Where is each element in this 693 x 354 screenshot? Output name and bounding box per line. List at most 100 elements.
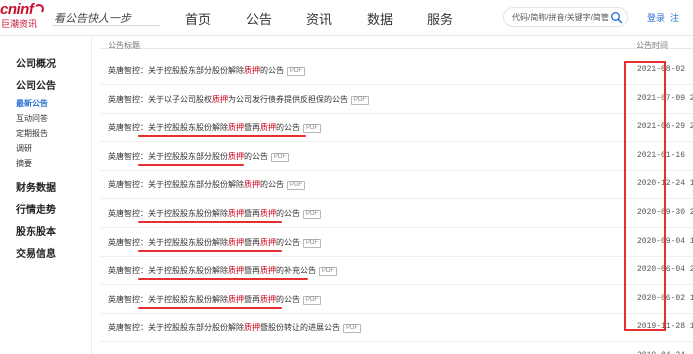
keyword-highlight: 质押 [244, 180, 260, 190]
keyword-highlight: 质押 [260, 237, 276, 247]
title-text: 英唐智控：关于控股股东部分股份解除 [108, 180, 244, 190]
announcement-table: 公告标题 公告时间 英唐智控：关于控股股东部分股份解除质押的公告 PDF 2021-… [100, 37, 693, 354]
keyword-highlight: 质押 [260, 294, 276, 304]
table-row: 英唐智控：关于控股股东股份解除质押暨再质押的补充公告 PDF 2020-06-04 … [100, 257, 693, 286]
pdf-badge-icon[interactable]: PDF [287, 67, 305, 76]
sidebar-item-research[interactable]: 调研 [16, 143, 32, 154]
annotation-underline [138, 249, 282, 252]
title-text: 英唐智控：关于控股股东股份解除 [108, 237, 228, 247]
keyword-highlight: 质押 [260, 266, 276, 276]
title-text: 英唐智控：关于控股股东股份解除 [108, 266, 228, 276]
pdf-badge-icon[interactable]: PDF [303, 238, 321, 248]
sidebar-item-company-announcements[interactable]: 公司公告 [16, 77, 56, 92]
pdf-badge-icon[interactable]: PDF [319, 267, 337, 277]
nav-announcements[interactable]: 公告 [246, 9, 272, 28]
pdf-badge-icon[interactable]: PDF [351, 95, 369, 105]
title-text: 暨再 [244, 266, 260, 276]
pdf-badge-icon[interactable]: PDF [287, 181, 305, 191]
title-text: 的公告 [260, 66, 284, 75]
sidebar-item-qa[interactable]: 互动问答 [16, 113, 48, 124]
search-icon[interactable] [610, 11, 623, 24]
title-text: 暨再 [244, 123, 260, 133]
pdf-badge-icon[interactable]: PDF [303, 210, 321, 219]
title-text: 英唐智控：关于控股股东股份解除 [108, 123, 228, 133]
top-header: cninf 巨潮资讯 看公告快人一步 首页 公告 资讯 数据 服务 登录 注 [0, 0, 693, 36]
login-link[interactable]: 登录 [647, 11, 665, 24]
keyword-highlight: 质押 [228, 237, 244, 247]
annotation-underline [138, 221, 282, 223]
pdf-badge-icon[interactable]: PDF [343, 324, 361, 334]
date-column-highlight-box [624, 61, 666, 331]
title-text: 英唐智控：关于控股股东部分股份解除 [108, 323, 244, 333]
column-title-header: 公告标题 [108, 41, 140, 50]
slogan-underline [52, 25, 160, 26]
search-box [503, 7, 628, 27]
table-row: 英唐智控：关于控股股东部分股份解除质押暨股份转让的进展公告 PDF 2019-11-… [100, 314, 693, 343]
title-text: 的公告 [260, 180, 284, 190]
column-time-header: 公告时间 [636, 41, 668, 50]
announcement-title-link[interactable]: 英唐智控：关于控股股东股份解除质押暨再质押的公告 PDF [108, 294, 321, 305]
title-text: 英唐智控：关于控股股东部分股份解除 [108, 66, 244, 75]
table-row: 英唐智控：关于以子公司股权质押为公司发行债券提供反担保的公告 PDF 2021-07… [100, 86, 693, 114]
title-text: 英唐智控：关于控股股东部分股份 [108, 151, 228, 161]
keyword-highlight: 质押 [260, 209, 276, 218]
keyword-highlight: 质押 [228, 294, 244, 304]
sidebar-item-summary[interactable]: 摘要 [16, 158, 32, 169]
nav-home[interactable]: 首页 [185, 9, 211, 28]
search-input[interactable] [512, 11, 612, 24]
sidebar-item-periodic-reports[interactable]: 定期报告 [16, 128, 48, 139]
title-text: 为公司发行债券提供反担保的公告 [228, 94, 348, 104]
sidebar-item-market-trend[interactable]: 行情走势 [16, 201, 56, 216]
announcement-title-link[interactable]: 英唐智控：关于控股股东股份解除质押暨再质押的公告 PDF [108, 122, 321, 134]
keyword-highlight: 质押 [228, 123, 244, 133]
nav-data[interactable]: 数据 [367, 9, 393, 28]
annotation-underline [138, 278, 308, 281]
annotation-underline [138, 163, 244, 166]
sidebar-item-latest-announcements[interactable]: 最新公告 [16, 98, 48, 109]
keyword-highlight: 质押 [260, 123, 276, 133]
pdf-badge-icon[interactable]: PDF [271, 152, 289, 162]
pdf-badge-icon[interactable]: PDF [303, 124, 321, 134]
title-text: 英唐智控：关于控股股东股份解除 [108, 209, 228, 218]
nav-services[interactable]: 服务 [427, 9, 453, 28]
title-text: 的公告 [276, 237, 300, 247]
sidebar: 公司概况 公司公告 最新公告 互动问答 定期报告 调研 摘要 财务数据 行情走势… [0, 37, 92, 354]
announcement-title-link[interactable]: 英唐智控：关于控股股东股份解除质押暨再质押的补充公告 PDF [108, 265, 337, 277]
title-text: 英唐智控：关于控股股东股份解除 [108, 294, 228, 304]
logo-wordmark: cninf [0, 1, 34, 18]
table-row: 2019-04-24 [100, 343, 693, 354]
announcement-title-link[interactable]: 英唐智控：关于控股股东部分股份解除质押的公告 PDF [108, 65, 305, 76]
keyword-highlight: 质押 [228, 209, 244, 218]
cninfo-logo[interactable]: cninf 巨潮资讯 [0, 2, 44, 32]
title-text: 暨再 [244, 237, 260, 247]
announcement-title-link[interactable]: 英唐智控：关于控股股东股份解除质押暨再质押的公告 PDF [108, 208, 321, 219]
keyword-highlight: 质押 [212, 94, 228, 104]
announcement-title-link[interactable]: 英唐智控：关于控股股东部分股份质押的公告 PDF [108, 151, 289, 162]
register-link[interactable]: 注 [670, 11, 679, 24]
sidebar-item-shareholders[interactable]: 股东股本 [16, 223, 56, 238]
table-row: 英唐智控：关于控股股东部分股份质押的公告 PDF 2021-01-16 [100, 143, 693, 171]
keyword-highlight: 质押 [244, 66, 260, 75]
sidebar-item-financial-data[interactable]: 财务数据 [16, 179, 56, 194]
title-text: 的补充公告 [276, 266, 316, 276]
keyword-highlight: 质押 [228, 266, 244, 276]
table-row: 英唐智控：关于控股股东股份解除质押暨再质押的公告PDF2020-09-04 19 [100, 229, 693, 257]
title-text: 的公告 [244, 151, 268, 161]
announcement-title-link[interactable]: 英唐智控：关于以子公司股权质押为公司发行债券提供反担保的公告 PDF [108, 94, 369, 105]
announcement-title-link[interactable]: 英唐智控：关于控股股东股份解除质押暨再质押的公告 PDF [108, 237, 321, 248]
logo-subtitle: 巨潮资讯 [1, 19, 38, 29]
table-row: 英唐智控：关于控股股东股份解除质押暨再质押的公告PDF2020-09-30 20 [100, 200, 693, 228]
annotation-underline [138, 135, 306, 138]
announcement-title-link[interactable]: 英唐智控：关于控股股东部分股份解除质押暨股份转让的进展公告 PDF [108, 322, 361, 334]
table-header: 公告标题 公告时间 [100, 37, 693, 50]
table-row: 英唐智控：关于控股股东部分股份解除质押的公告PDF2020-12-24 19 [100, 171, 693, 200]
table-row: 英唐智控：关于控股股东股份解除质押暨再质押的公告PDF2020-06-02 19 [100, 286, 693, 314]
sidebar-item-trading-info[interactable]: 交易信息 [16, 245, 56, 260]
announcement-title-link[interactable]: 英唐智控：关于控股股东部分股份解除质押的公告 PDF [108, 179, 305, 191]
nav-news[interactable]: 资讯 [306, 9, 332, 28]
sidebar-item-company-profile[interactable]: 公司概况 [16, 55, 56, 70]
table-row: 英唐智控：关于控股股东部分股份解除质押的公告 PDF 2021-08-02 [100, 57, 693, 85]
title-text: 暨股份转让的进展公告 [260, 323, 340, 333]
pdf-badge-icon[interactable]: PDF [303, 295, 321, 305]
title-text: 暨再 [244, 294, 260, 304]
